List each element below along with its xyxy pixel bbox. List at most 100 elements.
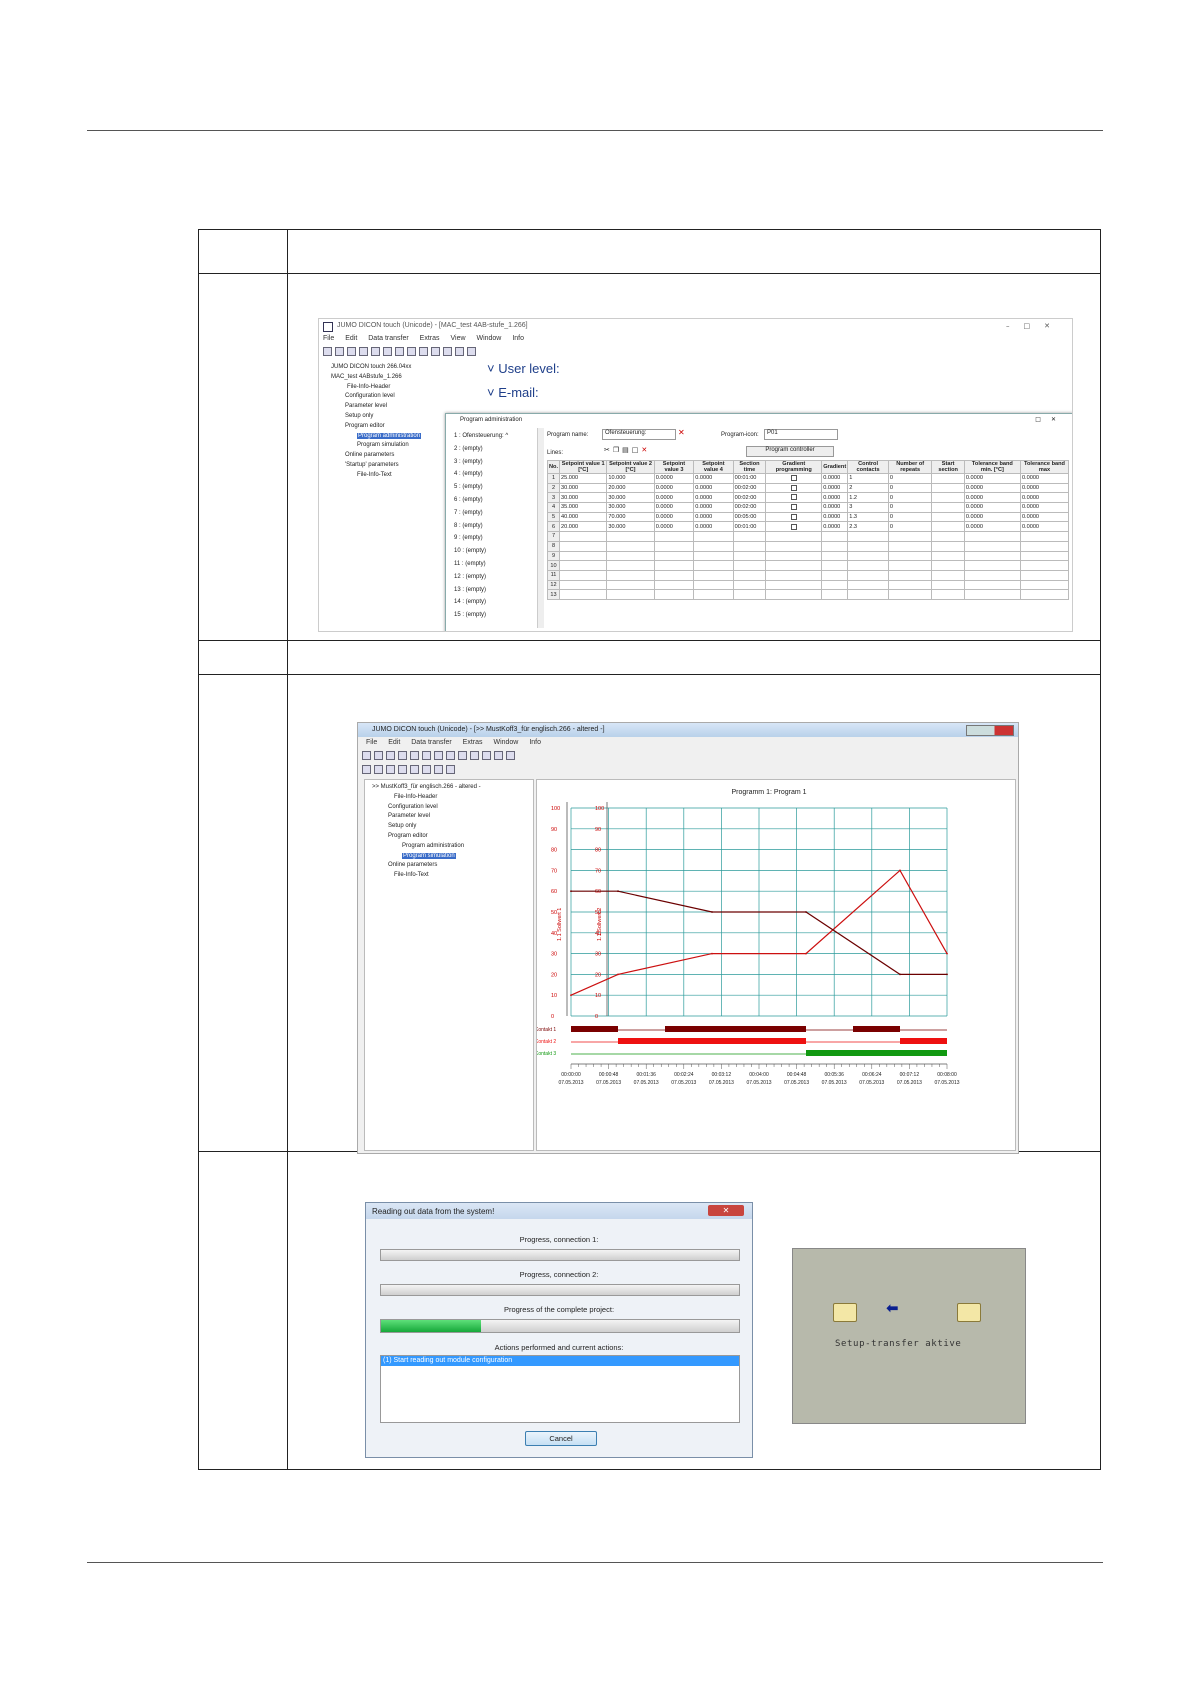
table-cell[interactable] — [606, 560, 655, 571]
table-cell[interactable] — [732, 579, 767, 591]
table-cell[interactable] — [931, 569, 965, 581]
program-item[interactable]: 14 : (empty) — [454, 596, 508, 609]
open-icon[interactable] — [374, 751, 383, 760]
program-item[interactable]: 6 : (empty) — [454, 494, 508, 507]
table-cell[interactable] — [765, 492, 823, 504]
table-cell[interactable] — [931, 521, 965, 533]
menu-info[interactable]: Info — [512, 335, 524, 342]
transfer-icon[interactable] — [407, 347, 416, 356]
program-item[interactable]: 13 : (empty) — [454, 584, 508, 597]
program-name-input[interactable]: Ofensteuerung: — [602, 429, 676, 440]
table-cell[interactable] — [1019, 550, 1070, 562]
window-controls[interactable]: –□✕ — [1006, 319, 1064, 333]
action-item[interactable]: (1) Start reading out module configurati… — [381, 1356, 739, 1366]
table-cell[interactable]: 0.0000 — [821, 511, 849, 523]
receive-icon[interactable] — [458, 751, 467, 760]
tree-item-program-simulation[interactable]: Program simulation — [402, 852, 456, 859]
table-cell[interactable] — [963, 531, 1021, 542]
table-row[interactable]: 8 — [546, 540, 1070, 552]
gradient-checkbox[interactable] — [790, 475, 797, 482]
gradient-checkbox[interactable] — [790, 504, 797, 511]
table-cell[interactable]: 0.0000 — [653, 473, 695, 484]
table-row[interactable]: 7 — [546, 531, 1070, 542]
cancel-button[interactable]: Cancel — [525, 1431, 597, 1446]
table-cell[interactable] — [559, 569, 608, 581]
chart-icon[interactable] — [362, 765, 371, 774]
menu-data-transfer[interactable]: Data transfer — [368, 335, 408, 342]
table-cell[interactable]: 3 — [847, 502, 889, 513]
table-cell[interactable]: 0.0000 — [963, 473, 1021, 484]
table-cell[interactable]: 1.3 — [847, 511, 889, 523]
table-cell[interactable]: 0.0000 — [821, 502, 849, 513]
table-cell[interactable] — [693, 569, 734, 581]
table-cell[interactable] — [963, 550, 1021, 562]
tree-item-setup-only[interactable]: Setup only — [372, 822, 481, 832]
table-cell[interactable]: 0.0000 — [963, 482, 1021, 494]
actions-list[interactable]: (1) Start reading out module configurati… — [380, 1355, 740, 1423]
table-cell[interactable] — [732, 560, 767, 571]
table-cell[interactable] — [847, 531, 889, 542]
print-icon[interactable] — [410, 751, 419, 760]
table-cell[interactable] — [693, 531, 734, 542]
table-cell[interactable] — [931, 589, 965, 600]
table-cell[interactable] — [693, 579, 734, 591]
table-cell[interactable]: 0 — [887, 492, 933, 504]
table-cell[interactable] — [931, 473, 965, 484]
zoom-reset-icon[interactable] — [446, 765, 455, 774]
table-cell[interactable] — [847, 540, 889, 552]
program-item[interactable]: 2 : (empty) — [454, 443, 508, 456]
table-cell[interactable]: 00:02:00 — [732, 482, 767, 494]
table-cell[interactable] — [847, 589, 889, 600]
table-row[interactable]: 2 30.000 20.000 0.0000 0.0000 00:02:00 0.0000 2… — [546, 482, 1070, 494]
tree-item-program-editor[interactable]: Program editor — [331, 422, 421, 432]
table-cell[interactable]: 0.0000 — [693, 482, 734, 494]
table-cell[interactable] — [559, 589, 608, 600]
table-cell[interactable]: 0 — [887, 511, 933, 523]
tree-item-online-parameters[interactable]: Online parameters — [372, 861, 481, 871]
table-cell[interactable] — [606, 540, 655, 552]
table-cell[interactable]: 10.000 — [606, 473, 655, 484]
delete-icon[interactable]: ✕ — [641, 446, 650, 454]
gradient-checkbox[interactable] — [790, 513, 797, 520]
table-cell[interactable]: 0 — [887, 502, 933, 513]
zoom-in-icon[interactable] — [422, 765, 431, 774]
zoom-out-icon[interactable] — [434, 765, 443, 774]
zoom-fit-icon[interactable] — [410, 765, 419, 774]
table-cell[interactable]: 00:01:00 — [732, 473, 767, 484]
tree-item-file-info-text[interactable]: File-Info-Text — [331, 471, 421, 481]
tree-item-project[interactable]: MAC_test 4ABstufe_1.266 — [331, 373, 421, 383]
table-row[interactable]: 10 — [546, 560, 1070, 571]
table-cell[interactable]: 0.0000 — [1019, 521, 1070, 533]
table-cell[interactable]: 0.0000 — [653, 492, 695, 504]
clear-name-icon[interactable]: ✕ — [678, 428, 685, 437]
tree-item-parameter[interactable]: Parameter level — [331, 402, 421, 412]
table-cell[interactable] — [765, 540, 823, 552]
program-item[interactable]: 5 : (empty) — [454, 481, 508, 494]
table-cell[interactable] — [931, 492, 965, 504]
program-item[interactable]: 1 : Ofensteuerung: ^ — [454, 430, 508, 443]
table-cell[interactable] — [847, 579, 889, 591]
gradient-checkbox[interactable] — [790, 523, 797, 530]
table-cell[interactable] — [765, 502, 823, 513]
table-cell[interactable] — [765, 589, 823, 600]
send-icon[interactable] — [431, 347, 440, 356]
table-cell[interactable] — [1019, 569, 1070, 581]
window-icon[interactable] — [455, 347, 464, 356]
program-item[interactable]: 15 : (empty) — [454, 609, 508, 622]
table-cell[interactable]: 0 — [887, 521, 933, 533]
table-cell[interactable]: 0 — [887, 482, 933, 494]
table-cell[interactable]: 35.000 — [559, 502, 608, 513]
link-icon[interactable] — [422, 751, 431, 760]
link-icon[interactable] — [383, 347, 392, 356]
table-cell[interactable] — [931, 579, 965, 591]
table-cell[interactable] — [887, 550, 933, 562]
open-icon[interactable] — [335, 347, 344, 356]
table-cell[interactable]: 30.000 — [606, 521, 655, 533]
table-cell[interactable]: 0.0000 — [693, 473, 734, 484]
tree-item-program-administration[interactable]: Program administration — [357, 432, 422, 439]
table-cell[interactable] — [931, 531, 965, 542]
program-controller-button[interactable]: Program controller — [746, 446, 834, 457]
table-cell[interactable] — [653, 579, 695, 591]
table-cell[interactable] — [765, 550, 823, 562]
table-cell[interactable] — [559, 579, 608, 591]
